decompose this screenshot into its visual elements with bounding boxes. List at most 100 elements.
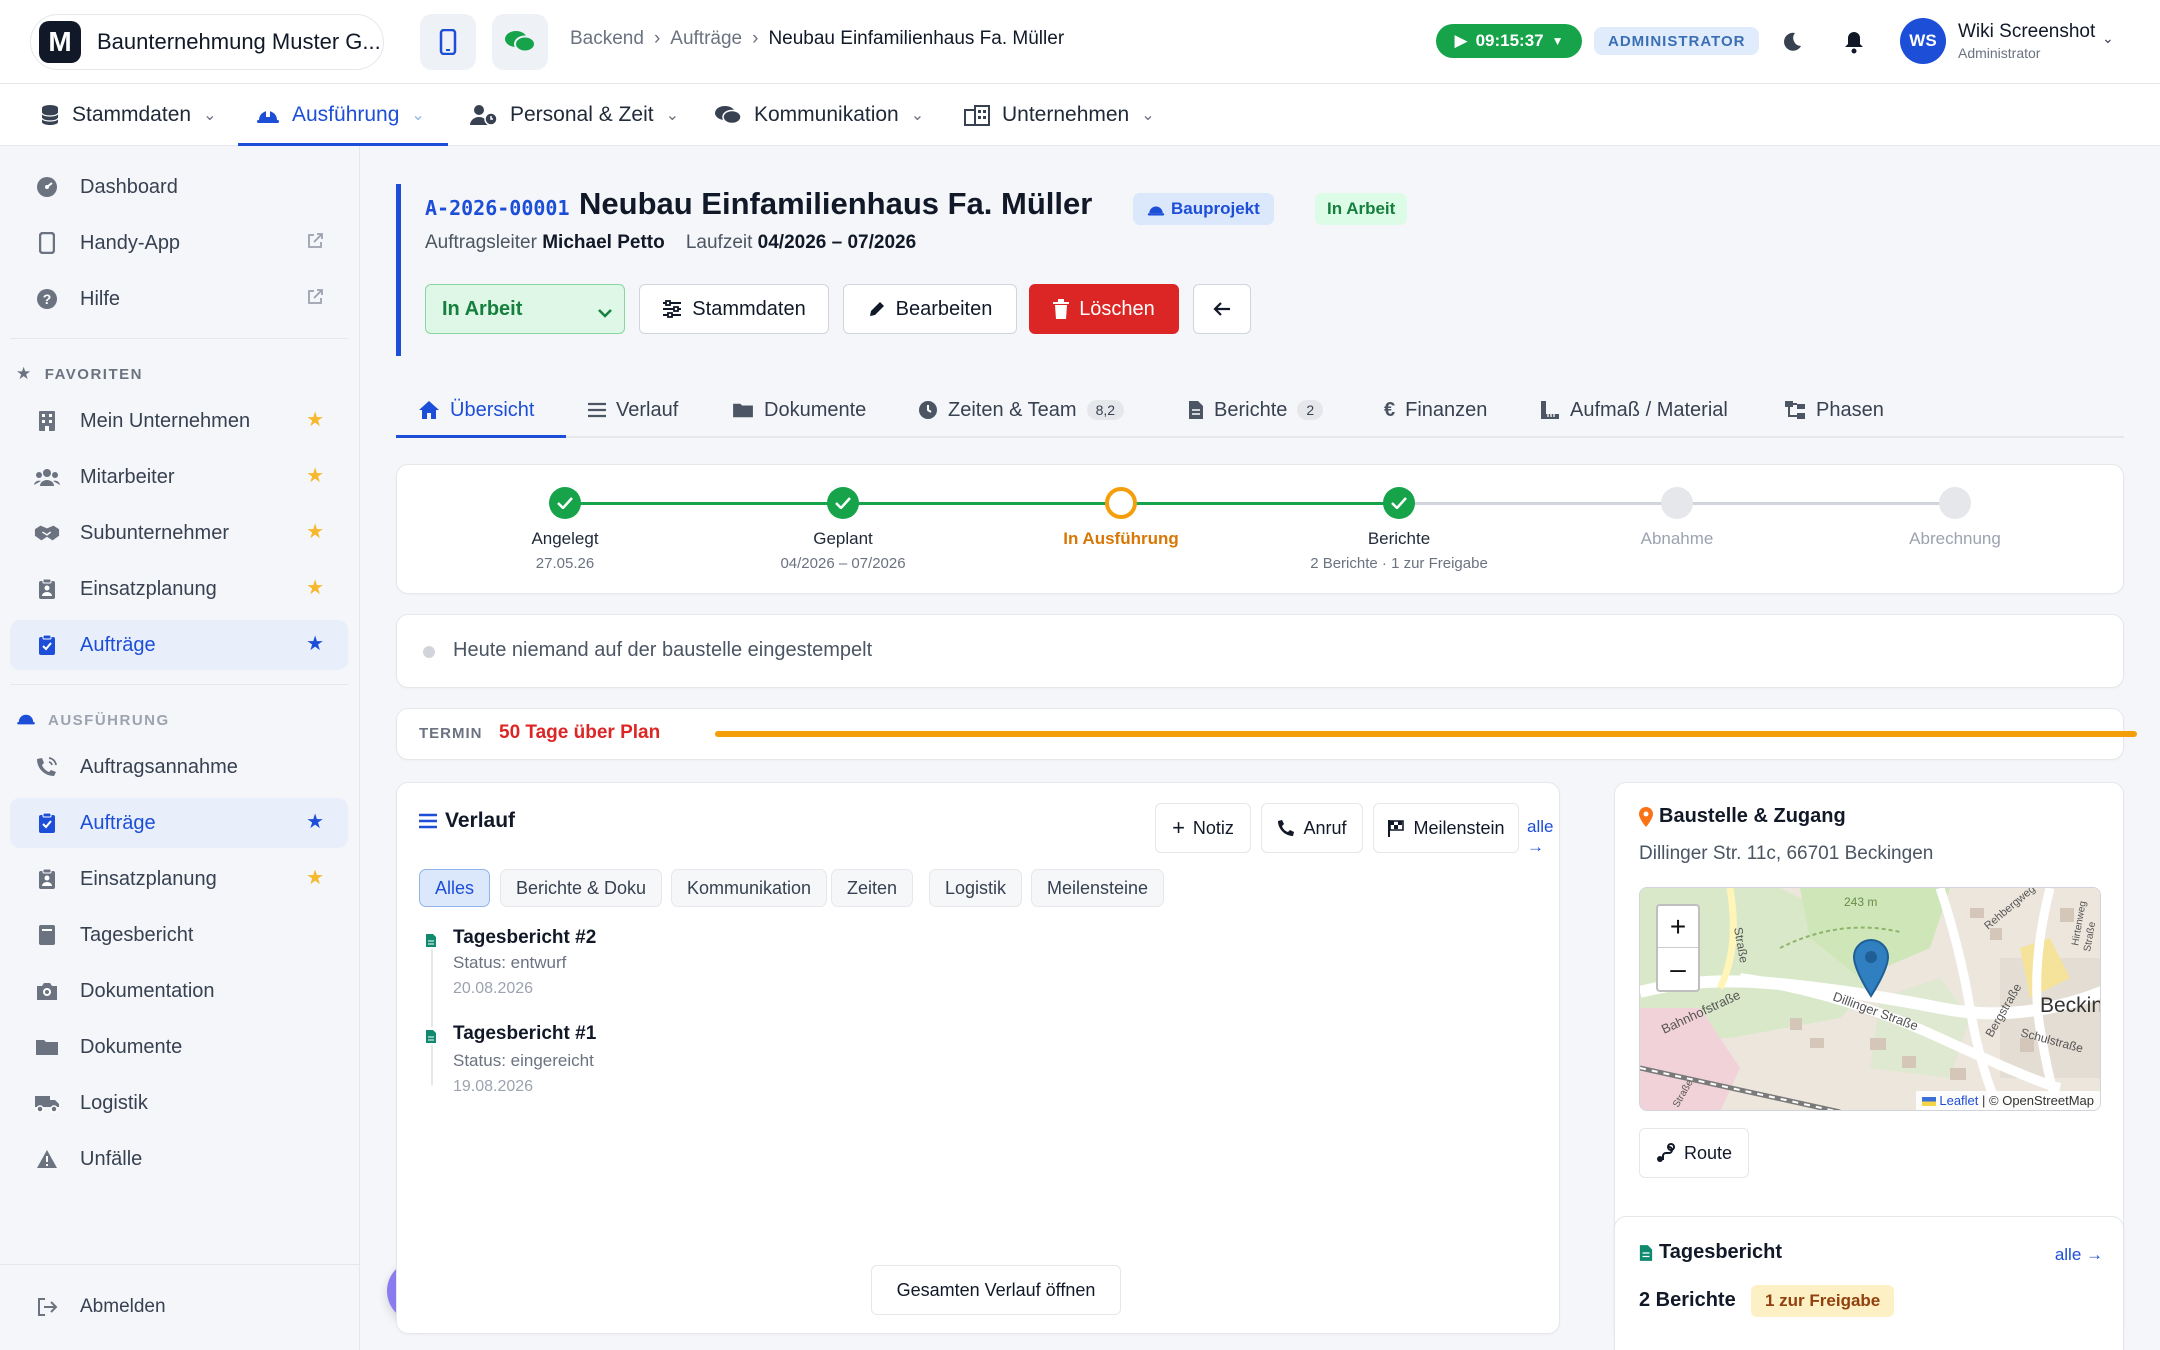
tab-uebersicht[interactable]: Übersicht bbox=[418, 384, 534, 436]
page-title: Neubau Einfamilienhaus Fa. Müller bbox=[579, 186, 1093, 221]
tab-finanzen[interactable]: € Finanzen bbox=[1384, 384, 1487, 436]
leaflet-link[interactable]: Leaflet bbox=[1939, 1093, 1978, 1108]
sidebar-item-dashboard[interactable]: Dashboard bbox=[10, 162, 348, 212]
nav-personal-zeit[interactable]: Personal & Zeit ⌄ bbox=[470, 84, 679, 146]
sidebar-item-dokumentation[interactable]: Dokumentation bbox=[10, 966, 348, 1016]
favorite-star-icon[interactable]: ★ bbox=[306, 575, 324, 600]
favorite-star-icon[interactable]: ★ bbox=[306, 519, 324, 544]
avatar[interactable]: WS bbox=[1900, 18, 1946, 64]
sidebar: Dashboard Handy-App ? Hilfe ★ FAVORITEN … bbox=[0, 146, 360, 1350]
site-map[interactable]: Bahnhofstraße Dillinger Straße Bergstraß… bbox=[1639, 887, 2101, 1111]
clockin-text: Heute niemand auf der baustelle eingeste… bbox=[453, 639, 873, 661]
edit-button[interactable]: Bearbeiten bbox=[843, 284, 1017, 334]
sidebar-item-label: Aufträge bbox=[80, 811, 156, 834]
tab-phasen[interactable]: Phasen bbox=[1784, 384, 1884, 436]
add-call-button[interactable]: Anruf bbox=[1261, 803, 1363, 853]
nav-ausfuehrung[interactable]: Ausführung ⌄ bbox=[256, 84, 425, 146]
breadcrumb-orders[interactable]: Aufträge bbox=[670, 28, 742, 50]
favorite-star-icon[interactable]: ★ bbox=[306, 631, 324, 656]
sidebar-item-mitarbeiter[interactable]: Mitarbeiter ★ bbox=[10, 452, 348, 502]
nav-unternehmen[interactable]: Unternehmen ⌄ bbox=[964, 84, 1155, 146]
logout-button[interactable]: Abmelden bbox=[10, 1282, 348, 1332]
tab-berichte[interactable]: Berichte 2 bbox=[1188, 384, 1324, 436]
tab-zeiten-team[interactable]: Zeiten & Team 8,2 bbox=[918, 384, 1125, 436]
open-full-history-button[interactable]: Gesamten Verlauf öffnen bbox=[871, 1265, 1121, 1315]
daily-report-all-link[interactable]: alle → bbox=[2055, 1245, 2103, 1265]
sidebar-item-mein-unternehmen[interactable]: Mein Unternehmen ★ bbox=[10, 396, 348, 446]
bell-icon bbox=[1845, 32, 1863, 54]
sidebar-item-hilfe[interactable]: ? Hilfe bbox=[10, 274, 348, 324]
favorite-star-icon[interactable]: ★ bbox=[306, 463, 324, 488]
chevron-down-icon: ⌄ bbox=[411, 107, 425, 124]
filter-zeiten[interactable]: Zeiten bbox=[831, 869, 914, 907]
sidebar-item-dokumente[interactable]: Dokumente bbox=[10, 1022, 348, 1072]
clipboard-check-icon bbox=[34, 632, 60, 658]
tab-label: Aufmaß / Material bbox=[1570, 398, 1728, 421]
comments-icon bbox=[715, 106, 742, 125]
phone-icon bbox=[1278, 820, 1295, 836]
sidebar-item-auftraege-favorite[interactable]: Aufträge ★ bbox=[10, 620, 348, 670]
tab-verlauf[interactable]: Verlauf bbox=[588, 384, 678, 436]
sidebar-item-unfaelle[interactable]: Unfälle bbox=[10, 1134, 348, 1184]
dark-mode-toggle[interactable] bbox=[1778, 28, 1806, 56]
time-tracker[interactable]: ▶ 09:15:37 ▼ bbox=[1436, 24, 1582, 58]
mobile-app-button[interactable] bbox=[420, 14, 476, 70]
order-number[interactable]: A-2026-00001 bbox=[425, 196, 570, 220]
osm-attribution[interactable]: | © OpenStreetMap bbox=[1982, 1093, 2094, 1108]
company-switcher[interactable]: M Baunternehmung Muster G... bbox=[30, 14, 384, 70]
entry-date: 19.08.2026 bbox=[453, 1078, 534, 1095]
main-navigation: Stammdaten ⌄ Ausführung ⌄ Personal & Zei… bbox=[0, 84, 2160, 146]
sidebar-item-handy-app[interactable]: Handy-App bbox=[10, 218, 348, 268]
back-button[interactable] bbox=[1193, 284, 1251, 334]
history-header: Verlauf bbox=[419, 809, 515, 833]
active-tab-indicator bbox=[396, 435, 566, 438]
breadcrumb-backend[interactable]: Backend bbox=[570, 28, 644, 50]
sidebar-item-auftraege[interactable]: Aufträge ★ bbox=[10, 798, 348, 848]
status-select[interactable]: In Arbeit bbox=[425, 284, 625, 334]
approval-badge: 1 zur Freigabe bbox=[1751, 1285, 1895, 1317]
route-button[interactable]: Route bbox=[1639, 1128, 1749, 1178]
filter-berichte-doku[interactable]: Berichte & Doku bbox=[500, 869, 663, 907]
delete-button[interactable]: Löschen bbox=[1029, 284, 1179, 334]
favorite-star-icon[interactable]: ★ bbox=[306, 865, 324, 890]
filter-kommunikation[interactable]: Kommunikation bbox=[671, 869, 828, 907]
step-label: Geplant bbox=[813, 529, 873, 548]
nav-kommunikation[interactable]: Kommunikation ⌄ bbox=[714, 84, 924, 146]
map-marker-icon[interactable] bbox=[1852, 938, 1890, 998]
camera-icon bbox=[34, 978, 60, 1004]
clock-icon bbox=[919, 401, 937, 419]
sidebar-item-logistik[interactable]: Logistik bbox=[10, 1078, 348, 1128]
chevron-down-icon[interactable]: ⌄ bbox=[2102, 30, 2114, 47]
nav-stammdaten[interactable]: Stammdaten ⌄ bbox=[40, 84, 216, 146]
entry-title: Tagesbericht #1 bbox=[453, 1023, 597, 1044]
clipboard-icon bbox=[34, 576, 60, 602]
comments-icon bbox=[505, 31, 536, 53]
add-note-button[interactable]: + Notiz bbox=[1155, 803, 1251, 853]
favorite-star-icon[interactable]: ★ bbox=[306, 407, 324, 432]
notifications-button[interactable] bbox=[1840, 28, 1868, 56]
filter-alles[interactable]: Alles bbox=[419, 869, 491, 907]
sidebar-item-einsatzplanung-2[interactable]: Einsatzplanung ★ bbox=[10, 854, 348, 904]
sidebar-item-einsatzplanung[interactable]: Einsatzplanung ★ bbox=[10, 564, 348, 614]
add-milestone-button[interactable]: Meilenstein bbox=[1373, 803, 1519, 853]
chat-button[interactable] bbox=[492, 14, 548, 70]
sidebar-item-subunternehmer[interactable]: Subunternehmer ★ bbox=[10, 508, 348, 558]
zoom-out-button[interactable]: – bbox=[1658, 948, 1698, 990]
sidebar-item-tagesbericht[interactable]: Tagesbericht bbox=[10, 910, 348, 960]
favorites-title: FAVORITEN bbox=[44, 365, 143, 383]
sidebar-item-auftragsannahme[interactable]: Auftragsannahme bbox=[10, 742, 348, 792]
sidebar-item-label: Dokumentation bbox=[80, 979, 215, 1002]
building-icon bbox=[34, 408, 60, 434]
filter-meilensteine[interactable]: Meilensteine bbox=[1031, 869, 1165, 907]
user-menu[interactable]: Wiki Screenshot Administrator bbox=[1958, 21, 2095, 61]
tab-label: Übersicht bbox=[450, 398, 535, 421]
filter-logistik[interactable]: Logistik bbox=[929, 869, 1023, 907]
edit-label: Bearbeiten bbox=[895, 297, 993, 320]
master-data-button[interactable]: Stammdaten bbox=[639, 284, 829, 334]
zoom-in-button[interactable]: + bbox=[1658, 906, 1698, 948]
tab-aufmass-material[interactable]: Aufmaß / Material bbox=[1540, 384, 1728, 436]
history-all-link[interactable]: alle → bbox=[1527, 817, 1559, 857]
logout-icon bbox=[34, 1294, 60, 1320]
favorite-star-icon[interactable]: ★ bbox=[306, 809, 324, 834]
tab-dokumente[interactable]: Dokumente bbox=[732, 384, 866, 436]
